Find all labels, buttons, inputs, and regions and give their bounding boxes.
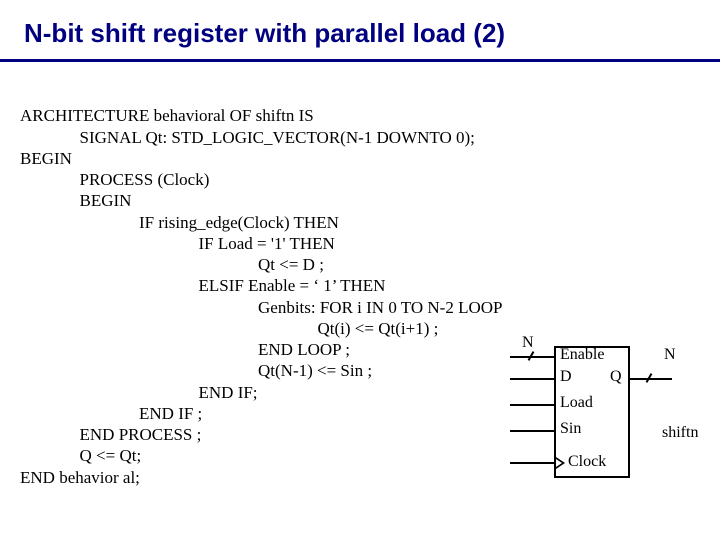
code-line: END IF ;: [20, 404, 202, 423]
code-line: ELSIF Enable = ‘ 1’ THEN: [20, 276, 385, 295]
code-line: END IF;: [20, 383, 258, 402]
bus-width-n-right: N: [664, 346, 676, 364]
wire-load: [510, 404, 554, 406]
code-line: Q <= Qt;: [20, 446, 141, 465]
port-d: D: [560, 368, 572, 386]
clock-edge-icon: [556, 457, 565, 469]
block-diagram: N Enable D Load Sin Clock Q N shiftn: [486, 332, 706, 512]
code-line: PROCESS (Clock): [20, 170, 209, 189]
code-line: Qt <= D ;: [20, 255, 324, 274]
wire-q: [628, 378, 672, 380]
port-q: Q: [610, 368, 622, 386]
port-sin: Sin: [560, 420, 581, 438]
port-load: Load: [560, 394, 593, 412]
wire-sin: [510, 430, 554, 432]
port-clock: Clock: [568, 453, 606, 471]
code-line: SIGNAL Qt: STD_LOGIC_VECTOR(N-1 DOWNTO 0…: [20, 128, 475, 147]
code-line: END LOOP ;: [20, 340, 350, 359]
code-line: BEGIN: [20, 191, 131, 210]
code-line: Qt(i) <= Qt(i+1) ;: [20, 319, 438, 338]
code-line: END PROCESS ;: [20, 425, 201, 444]
slide-title: N-bit shift register with parallel load …: [0, 0, 720, 59]
block-name: shiftn: [662, 424, 698, 442]
port-enable: Enable: [560, 346, 604, 364]
code-line: BEGIN: [20, 149, 72, 168]
code-line: Qt(N-1) <= Sin ;: [20, 361, 372, 380]
code-line: END behavior al;: [20, 468, 140, 487]
code-line: IF rising_edge(Clock) THEN: [20, 213, 339, 232]
wire-clock: [510, 462, 554, 464]
bus-width-n-left: N: [522, 334, 534, 352]
code-line: Genbits: FOR i IN 0 TO N-2 LOOP: [20, 298, 502, 317]
code-line: ARCHITECTURE behavioral OF shiftn IS: [20, 106, 314, 125]
wire-d: [510, 378, 554, 380]
code-line: IF Load = '1' THEN: [20, 234, 335, 253]
wire-enable: [510, 356, 554, 358]
